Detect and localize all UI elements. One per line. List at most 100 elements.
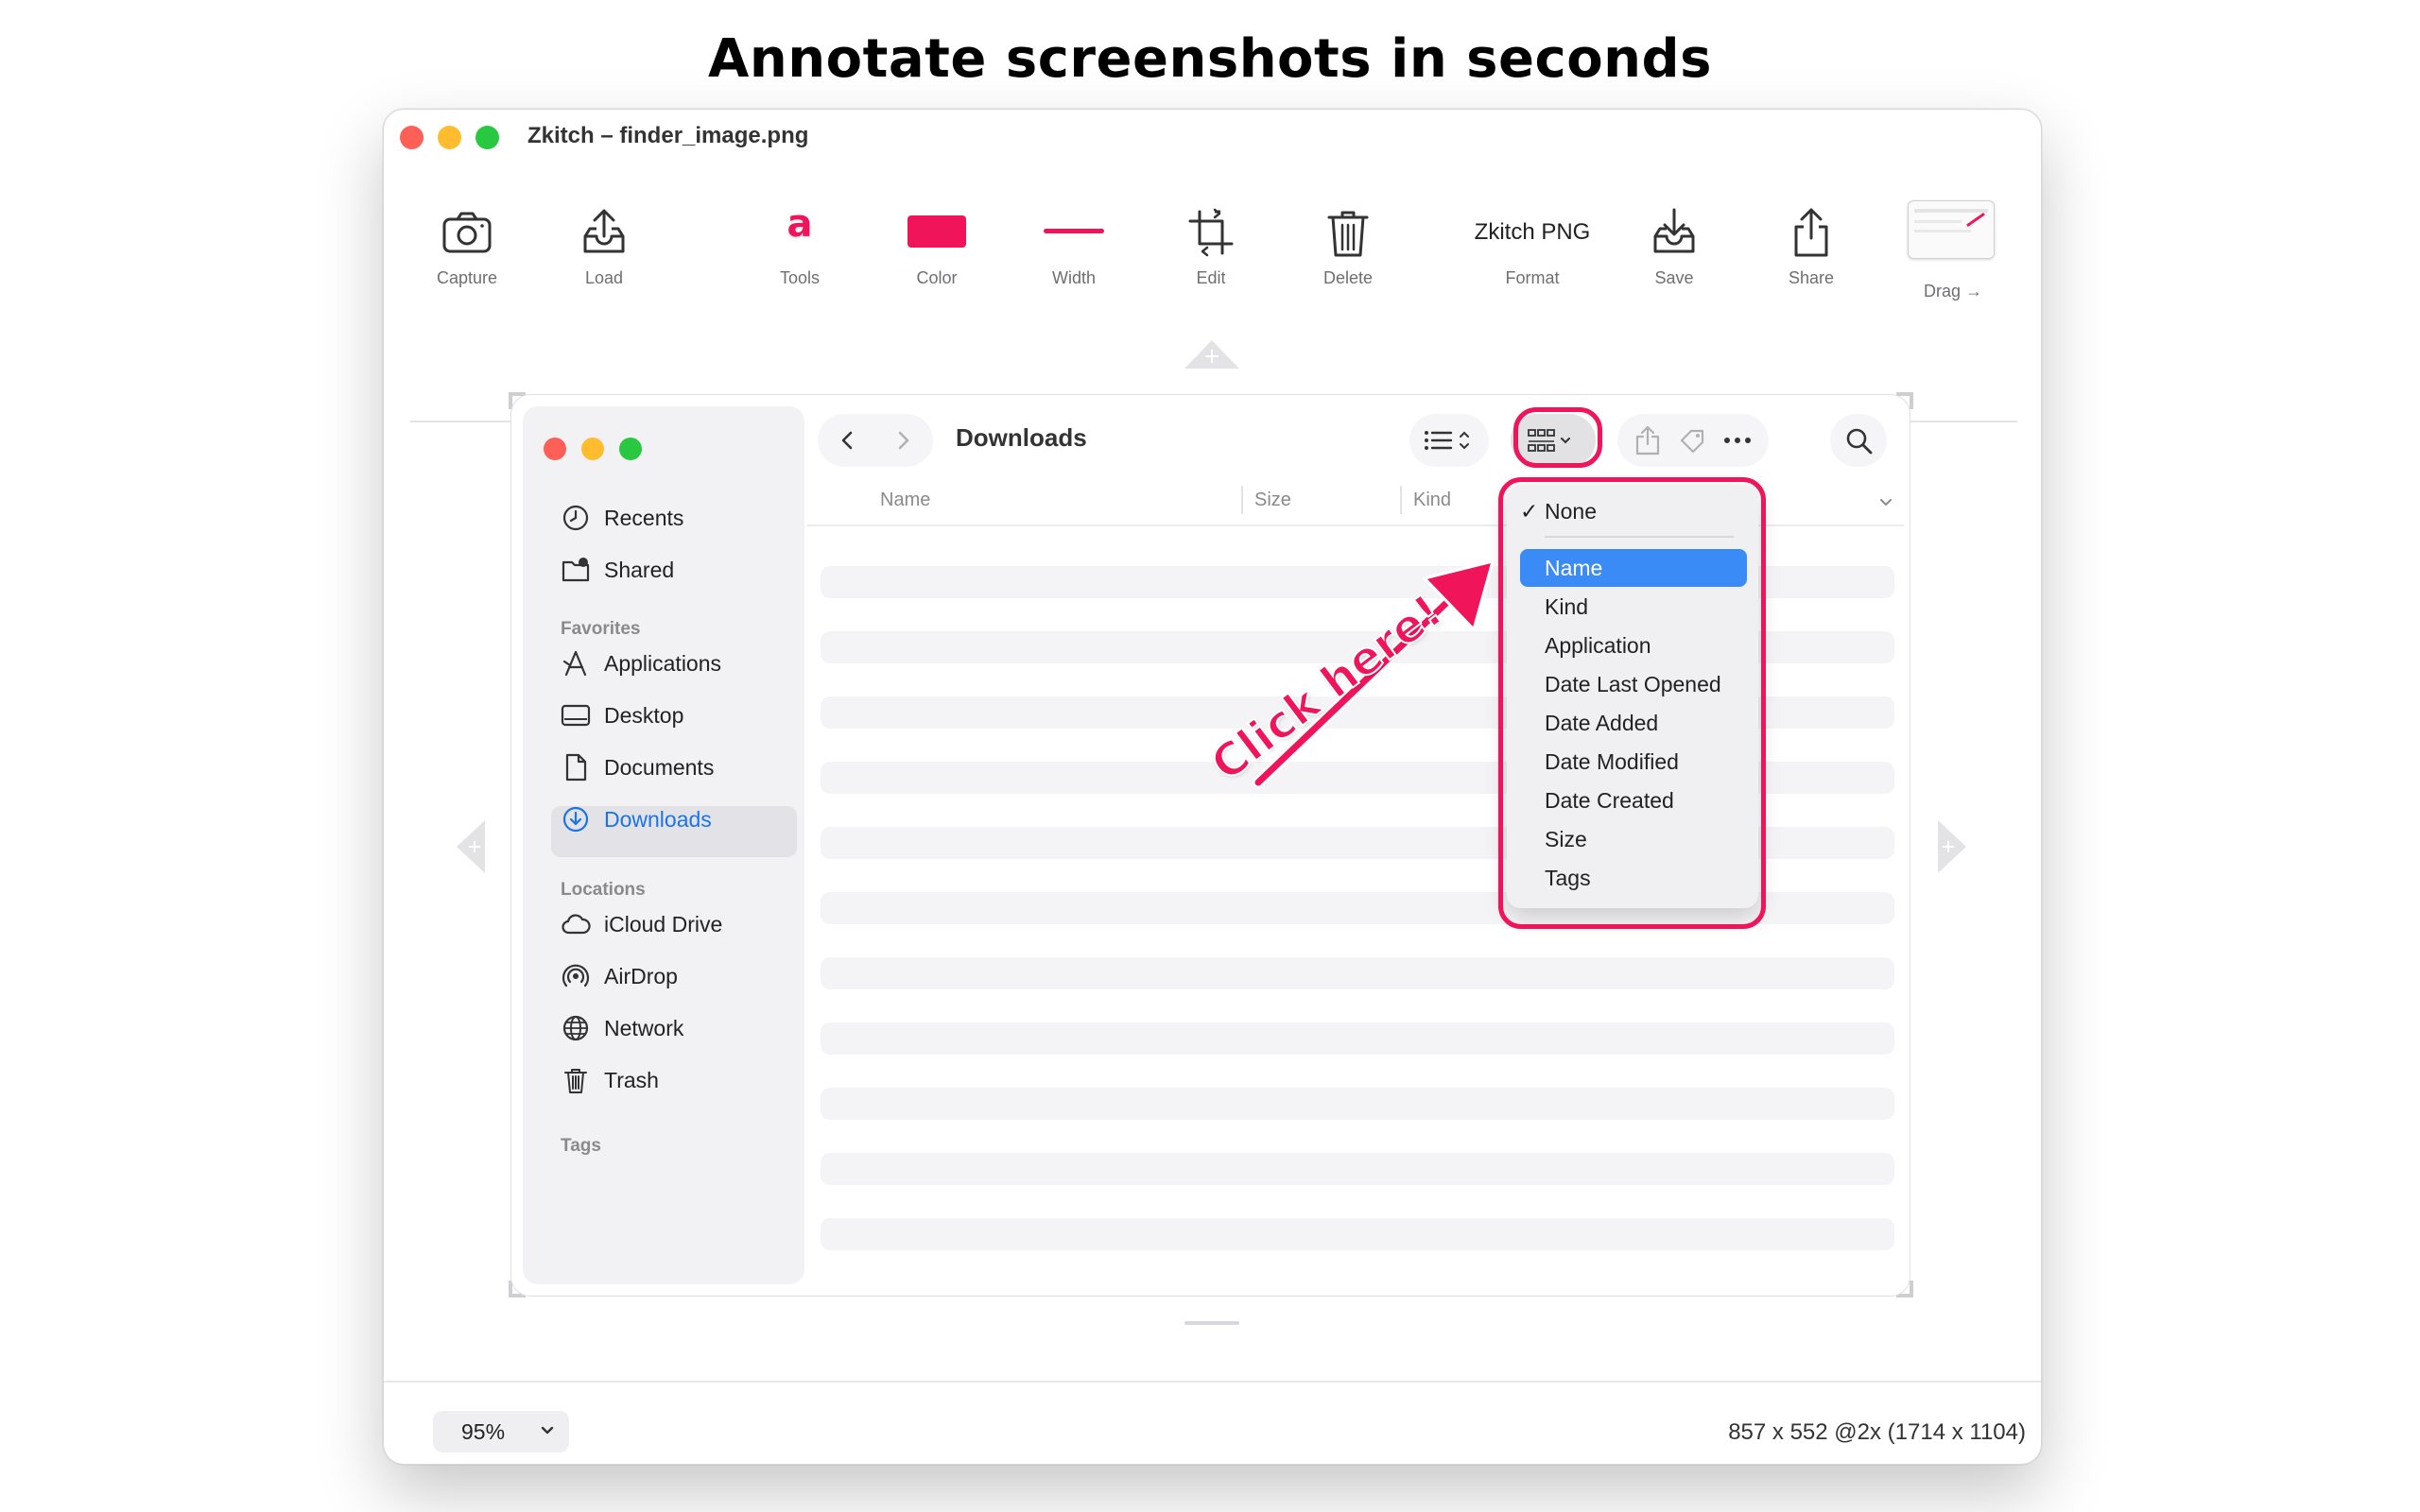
delete-button[interactable]: Delete: [1291, 195, 1405, 299]
search-icon: [1846, 428, 1873, 455]
load-label: Load: [584, 268, 624, 287]
finder-sidebar: Recents Shared Favorites Applications De…: [523, 406, 804, 1284]
crop-icon: [1188, 208, 1234, 257]
finder-close-dot: [544, 438, 566, 460]
finder-zoom-dot: [619, 438, 642, 460]
format-value: Zkitch PNG: [1474, 219, 1591, 245]
sidebar-item-shared: Shared: [561, 551, 806, 589]
load-button[interactable]: Load: [547, 195, 661, 299]
tags-heading: Tags: [561, 1136, 601, 1156]
column-size: Size: [1254, 490, 1291, 510]
sidebar-item-applications: Applications: [561, 644, 806, 682]
drag-label: Drag →: [1923, 282, 1982, 301]
sidebar-item-icloud: iCloud Drive: [561, 905, 806, 943]
close-window-button[interactable]: [400, 126, 424, 149]
cloud-icon: [562, 914, 591, 935]
sidebar-item-airdrop: AirDrop: [561, 957, 806, 995]
list-row-placeholder: [821, 1022, 1894, 1055]
tag-icon: [1680, 429, 1704, 454]
top-expand-handle[interactable]: [1184, 340, 1239, 369]
tools-button[interactable]: a Tools: [743, 195, 856, 299]
title-bar: Zkitch – finder_image.png: [384, 110, 2041, 163]
sidebar-item-network: Network: [561, 1009, 806, 1047]
column-separator: [1241, 486, 1243, 514]
column-kind: Kind: [1413, 490, 1452, 510]
footer-divider: [384, 1381, 2041, 1383]
more-icon: [1724, 438, 1751, 443]
airdrop-icon: [562, 964, 590, 988]
list-row-placeholder: [821, 957, 1894, 989]
right-expand-handle[interactable]: [1938, 820, 1966, 873]
chevron-right-icon: [898, 431, 909, 450]
locations-heading: Locations: [561, 880, 646, 900]
favorites-heading: Favorites: [561, 619, 641, 639]
color-swatch: [908, 215, 966, 248]
applications-icon: [562, 650, 587, 677]
finder-title: Downloads: [956, 423, 1087, 452]
desktop-icon: [561, 704, 591, 727]
document-icon: [565, 753, 587, 782]
edit-button[interactable]: Edit: [1154, 195, 1268, 299]
share-button[interactable]: Share: [1754, 195, 1868, 299]
list-row-placeholder: [821, 1153, 1894, 1185]
tools-icon: a: [786, 202, 813, 246]
share-icon: [1635, 425, 1660, 455]
share-label: Share: [1788, 268, 1835, 287]
finder-view-toggle: [1409, 414, 1489, 467]
shared-folder-icon: [562, 558, 590, 582]
finder-screenshot: Recents Shared Favorites Applications De…: [511, 395, 1910, 1296]
image-dimensions: 857 x 552 @2x (1714 x 1104): [1728, 1419, 2026, 1445]
color-button[interactable]: Color: [880, 195, 994, 299]
bottom-resize-handle[interactable]: [1184, 1321, 1239, 1325]
sidebar-item-recents: Recents: [561, 499, 806, 537]
tools-label: Tools: [779, 268, 821, 287]
sidebar-item-downloads: Downloads: [561, 800, 806, 838]
save-icon: [1653, 208, 1695, 253]
headline: Annotate screenshots in seconds: [708, 28, 1712, 90]
finder-minimize-dot: [581, 438, 604, 460]
column-separator: [1400, 486, 1402, 514]
capture-label: Capture: [436, 268, 498, 287]
sidebar-item-documents: Documents: [561, 748, 806, 786]
list-row-placeholder: [821, 1088, 1894, 1120]
drag-handle[interactable]: Drag →: [1896, 195, 2010, 301]
edit-label: Edit: [1196, 268, 1226, 287]
chevron-down-icon: [541, 1426, 554, 1435]
finder-actions: [1617, 414, 1769, 467]
column-name: Name: [880, 490, 931, 510]
save-label: Save: [1654, 268, 1694, 287]
annotation-ring-menu: [1498, 477, 1766, 929]
annotation-ring-group-button: [1513, 407, 1602, 468]
width-label: Width: [1051, 268, 1096, 287]
zoom-window-button[interactable]: [475, 126, 499, 149]
load-icon: [583, 209, 625, 253]
color-label: Color: [916, 268, 958, 287]
download-icon: [562, 806, 589, 833]
left-expand-handle[interactable]: [457, 820, 485, 873]
delete-label: Delete: [1322, 268, 1374, 287]
list-row-placeholder: [821, 1218, 1894, 1250]
share-icon: [1794, 208, 1828, 257]
capture-button[interactable]: Capture: [410, 195, 524, 299]
sidebar-item-desktop: Desktop: [561, 696, 806, 734]
trash-icon: [1327, 211, 1369, 257]
format-selector[interactable]: Zkitch PNG Format: [1471, 195, 1594, 299]
minimize-window-button[interactable]: [438, 126, 461, 149]
finder-nav-buttons: [818, 414, 933, 467]
trash-icon: [564, 1069, 587, 1093]
clock-icon: [562, 505, 589, 531]
finder-search: [1830, 414, 1887, 467]
zoom-selector[interactable]: 95%: [433, 1411, 569, 1452]
list-view-icon: [1425, 431, 1469, 450]
globe-icon: [562, 1015, 589, 1041]
camera-icon: [442, 212, 492, 253]
toolbar: Capture Load a Tools Color Width Edit De…: [410, 195, 2017, 421]
chevron-left-icon: [841, 431, 853, 450]
width-button[interactable]: Width: [1017, 195, 1131, 299]
sidebar-item-trash: Trash: [561, 1061, 806, 1099]
save-button[interactable]: Save: [1617, 195, 1731, 299]
zoom-value: 95%: [461, 1419, 506, 1444]
drag-thumbnail: [1908, 200, 1995, 259]
format-label: Format: [1505, 268, 1560, 287]
chevron-down-icon: [1880, 499, 1892, 507]
